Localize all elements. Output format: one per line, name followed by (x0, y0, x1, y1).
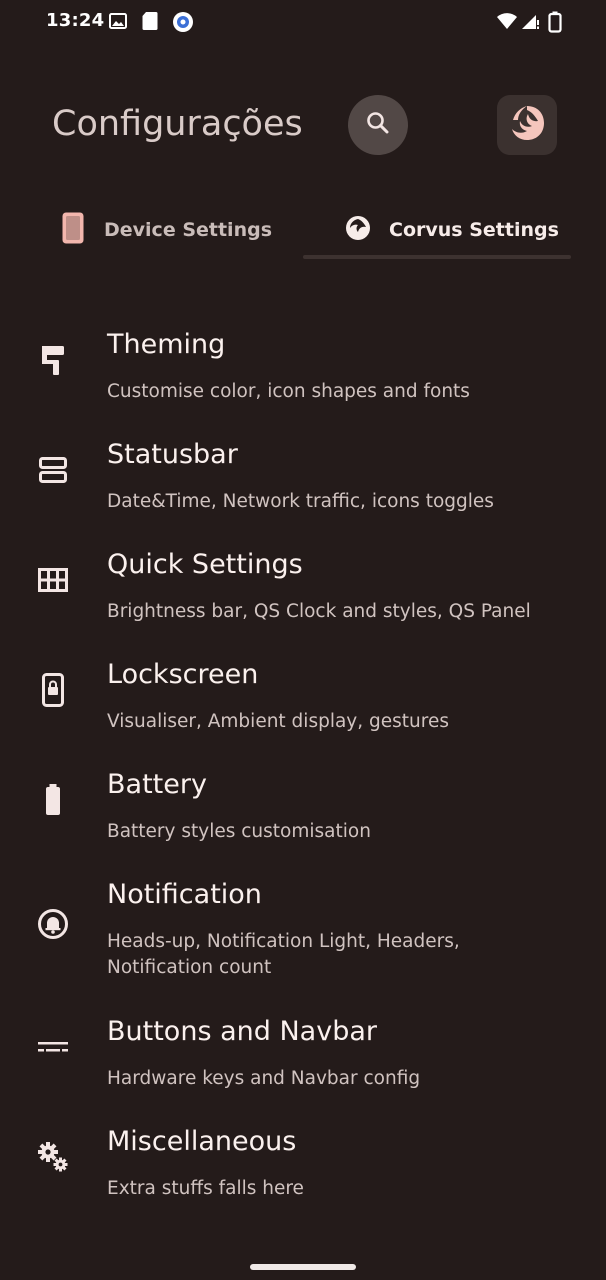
list-item-theming[interactable]: Theming Customise color, icon shapes and… (0, 329, 606, 409)
tab-device-settings-label: Device Settings (104, 219, 273, 241)
lock-screen-icon (36, 673, 70, 707)
list-item-title: Battery (107, 769, 207, 800)
phone-icon (60, 211, 86, 249)
list-item-notification[interactable]: Notification Heads-up, Notification Ligh… (0, 879, 606, 989)
status-bar: 13:24 (0, 0, 606, 46)
list-item-statusbar[interactable]: Statusbar Date&Time, Network traffic, ic… (0, 439, 606, 519)
list-item-subtitle: Date&Time, Network traffic, icons toggle… (107, 491, 494, 512)
tab-corvus-settings[interactable]: Corvus Settings (345, 200, 559, 260)
list-item-subtitle: Extra stuffs falls here (107, 1178, 304, 1199)
notification-bell-icon (36, 907, 70, 941)
list-item-title: Quick Settings (107, 549, 303, 580)
list-item-subtitle-line2: Notification count (107, 957, 272, 978)
list-item-miscellaneous[interactable]: Miscellaneous Extra stuffs falls here (0, 1126, 606, 1206)
battery-icon (548, 11, 562, 37)
search-icon (365, 110, 391, 140)
sd-card-icon (141, 11, 159, 35)
search-button[interactable] (348, 95, 408, 155)
list-item-subtitle: Battery styles customisation (107, 821, 371, 842)
navbar-icon (36, 1030, 70, 1064)
home-gesture-bar[interactable] (250, 1264, 356, 1270)
list-item-title: Statusbar (107, 439, 238, 470)
selected-tab-indicator (303, 255, 571, 259)
gallery-icon (108, 11, 128, 35)
paint-roller-icon (36, 343, 70, 377)
list-item-title: Notification (107, 879, 262, 910)
tab-corvus-settings-label: Corvus Settings (389, 219, 559, 241)
corvus-logo-icon (504, 100, 550, 150)
list-item-battery[interactable]: Battery Battery styles customisation (0, 769, 606, 849)
list-item-buttons-navbar[interactable]: Buttons and Navbar Hardware keys and Nav… (0, 1016, 606, 1096)
page-title: Configurações (52, 104, 303, 144)
list-item-title: Buttons and Navbar (107, 1016, 377, 1047)
list-item-subtitle: Visualiser, Ambient display, gestures (107, 711, 449, 732)
settings-gear-notification-icon (172, 11, 194, 37)
settings-screen: 13:24 Configurações Device Settings Corv… (0, 0, 606, 1280)
list-item-subtitle: Heads-up, Notification Light, Headers, (107, 931, 460, 952)
list-item-subtitle: Hardware keys and Navbar config (107, 1068, 421, 1089)
list-item-lockscreen[interactable]: Lockscreen Visualiser, Ambient display, … (0, 659, 606, 739)
list-item-quick-settings[interactable]: Quick Settings Brightness bar, QS Clock … (0, 549, 606, 629)
corvus-icon (345, 215, 371, 245)
gears-icon (36, 1140, 70, 1174)
statusbar-icon (36, 453, 70, 487)
corvus-logo-button[interactable] (497, 95, 557, 155)
list-item-subtitle: Brightness bar, QS Clock and styles, QS … (107, 601, 531, 622)
battery-icon (36, 783, 70, 817)
list-item-title: Theming (107, 329, 226, 360)
grid-icon (36, 563, 70, 597)
tab-device-settings[interactable]: Device Settings (60, 200, 272, 260)
cellular-signal-icon (520, 11, 540, 35)
status-time: 13:24 (46, 10, 105, 31)
list-item-subtitle: Customise color, icon shapes and fonts (107, 381, 470, 402)
list-item-title: Miscellaneous (107, 1126, 297, 1157)
wifi-icon (496, 11, 518, 35)
list-item-title: Lockscreen (107, 659, 259, 690)
